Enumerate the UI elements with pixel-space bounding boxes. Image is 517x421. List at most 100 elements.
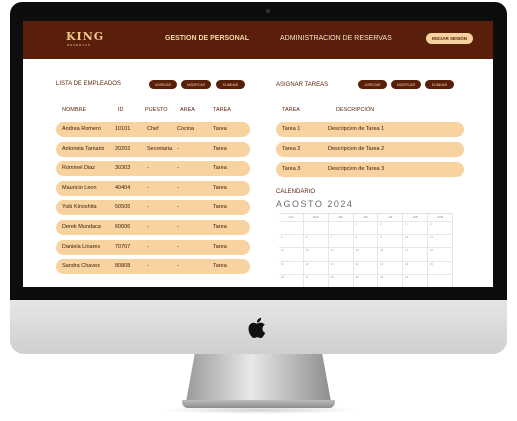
employee-cell-puesto: - <box>147 243 149 250</box>
task-cell-descripcion: Descripcion de Tarea 1 <box>328 126 385 132</box>
task-row[interactable]: Tarea 2 Descripcion de Tarea 2 <box>276 142 464 157</box>
employee-row[interactable]: Sandra Chavez 80808 - - Tarea <box>56 259 250 275</box>
calendar-day[interactable]: 25 <box>428 261 453 275</box>
calendar-day[interactable]: 1 <box>353 222 379 236</box>
login-button[interactable]: INICIAR SESIÓN <box>426 33 473 44</box>
calendar-day[interactable]: 28 <box>328 274 354 287</box>
col-tarea: TAREA <box>213 107 231 113</box>
calendar-day <box>303 222 329 236</box>
stand-neck <box>186 354 331 402</box>
calendar-day[interactable]: 19 <box>279 261 304 275</box>
employee-cell-puesto: - <box>147 224 149 230</box>
calendar-day[interactable]: 11 <box>428 235 453 249</box>
employee-cell-tarea: Tarea <box>213 224 227 230</box>
calendar-day[interactable]: 26 <box>279 274 304 287</box>
top-navbar: KING RESERVAS GESTION DE PERSONAL ADMINI… <box>23 21 493 59</box>
employee-cell-id: 30303 <box>115 165 131 172</box>
employee-cell-area: - <box>177 263 179 270</box>
app-screen: KING RESERVAS GESTION DE PERSONAL ADMINI… <box>23 21 493 287</box>
calendar-weekday: VIE <box>378 214 404 222</box>
employee-cell-nombre: Yuki Kinoshita <box>62 204 97 211</box>
employee-cell-nombre: Derek Mundaca <box>62 224 101 230</box>
brand-logo-subtitle: RESERVAS <box>67 43 92 47</box>
calendar-day[interactable]: 17 <box>403 248 429 262</box>
calendar-day[interactable]: 3 <box>403 222 429 236</box>
calendar-day[interactable]: 29 <box>353 274 379 287</box>
calendar-weekday: JUE <box>353 214 379 222</box>
calendar-weekday: DOM <box>428 214 453 222</box>
employees-delete-button[interactable]: ELIMINAR <box>216 80 245 89</box>
employee-row[interactable]: Derek Mundaca 60606 - - Tarea <box>56 220 250 235</box>
nav-administracion-reservas[interactable]: ADMINISTRACION DE RESERVAS <box>280 35 392 42</box>
employee-cell-nombre: Mauricio Leon <box>62 184 97 191</box>
employee-row[interactable]: Andrea Romero 10101 Chef Cocina Tarea <box>56 122 250 137</box>
employee-cell-nombre: Daniela Linares <box>62 243 101 250</box>
employee-cell-puesto: - <box>147 263 149 270</box>
calendar-weekday: MAR <box>303 214 329 222</box>
employee-cell-tarea: Tarea <box>213 243 227 250</box>
employees-title: LISTA DE EMPLEADOS <box>56 81 121 87</box>
calendar-day[interactable]: 4 <box>428 222 453 236</box>
tasks-add-button[interactable]: AGREGAR <box>358 80 387 89</box>
employee-cell-area: - <box>177 145 179 152</box>
tasks-delete-button[interactable]: ELIMINAR <box>425 80 454 89</box>
task-row[interactable]: Tarea 3 Descripcion de Tarea 3 <box>276 162 464 177</box>
employee-cell-id: 60606 <box>115 224 131 230</box>
calendar-day[interactable]: 18 <box>428 248 453 262</box>
employee-cell-tarea: Tarea <box>213 184 227 191</box>
calendar-day[interactable]: 13 <box>303 248 329 262</box>
calendar-day[interactable]: 14 <box>328 248 354 262</box>
calendar-day[interactable]: 31 <box>403 274 429 287</box>
employee-row[interactable]: Rommel Diaz 30303 - - Tarea <box>56 161 250 177</box>
calendar-day[interactable]: 12 <box>279 248 304 262</box>
employee-cell-id: 20202 <box>115 145 131 152</box>
col-nombre: NOMBRE <box>62 107 87 113</box>
employee-cell-tarea: Tarea <box>213 204 227 211</box>
calendar-day[interactable]: 5 <box>279 235 304 249</box>
employees-modify-button[interactable]: MODIFICAR <box>181 80 211 89</box>
calendar-day <box>279 222 304 236</box>
employee-cell-area: - <box>177 243 179 250</box>
calendar-day[interactable]: 23 <box>378 261 404 275</box>
calendar-day[interactable]: 2 <box>378 222 404 236</box>
employee-row[interactable]: Antonela Tamariz 20202 Secretaria - Tarea <box>56 141 250 157</box>
apple-icon <box>248 317 266 339</box>
brand-logo[interactable]: KING <box>66 30 104 43</box>
calendar-day[interactable]: 10 <box>403 235 429 249</box>
calendar-day[interactable]: 15 <box>353 248 379 262</box>
calendar-day[interactable]: 8 <box>353 235 379 249</box>
employee-cell-id: 50505 <box>115 204 131 211</box>
employee-cell-nombre: Rommel Diaz <box>62 165 96 172</box>
calendar-day[interactable]: 6 <box>303 235 329 249</box>
task-row[interactable]: Tarea 1 Descripcion de Tarea 1 <box>276 122 464 137</box>
employee-cell-tarea: Tarea <box>213 145 227 152</box>
employees-add-button[interactable]: AGREGAR <box>149 80 177 89</box>
task-cell-tarea: Tarea 3 <box>282 166 301 172</box>
calendar-day[interactable]: 16 <box>378 248 404 262</box>
employee-cell-tarea: Tarea <box>213 126 227 132</box>
stand-foot <box>182 400 335 408</box>
employee-row[interactable]: Mauricio Leon 40404 - - Tarea <box>56 180 250 196</box>
employee-row[interactable]: Daniela Linares 70707 - - Tarea <box>56 239 250 255</box>
calendar-day[interactable]: 20 <box>303 261 329 275</box>
calendar-day[interactable]: 30 <box>378 274 404 287</box>
employee-cell-nombre: Andrea Romero <box>62 126 101 132</box>
employee-cell-area: - <box>177 204 179 211</box>
employee-cell-puesto: Secretaria <box>147 145 173 152</box>
employee-cell-tarea: Tarea <box>213 263 227 270</box>
calendar-day[interactable]: 7 <box>328 235 354 249</box>
nav-gestion-personal[interactable]: GESTION DE PERSONAL <box>165 35 249 42</box>
calendar-day[interactable]: 27 <box>303 274 329 287</box>
task-cell-descripcion: Descripcion de Tarea 3 <box>328 166 385 172</box>
employee-cell-id: 40404 <box>115 184 131 191</box>
employee-cell-nombre: Sandra Chavez <box>62 263 100 270</box>
calendar-day <box>328 222 354 236</box>
employee-row[interactable]: Yuki Kinoshita 50505 - - Tarea <box>56 200 250 216</box>
calendar-day[interactable]: 22 <box>353 261 379 275</box>
calendar-day <box>428 274 453 287</box>
calendar-day[interactable]: 9 <box>378 235 404 249</box>
calendar-day[interactable]: 21 <box>328 261 354 275</box>
calendar-weekday: MIE <box>328 214 354 222</box>
tasks-modify-button[interactable]: MODIFICAR <box>391 80 421 89</box>
calendar-day[interactable]: 24 <box>403 261 429 275</box>
